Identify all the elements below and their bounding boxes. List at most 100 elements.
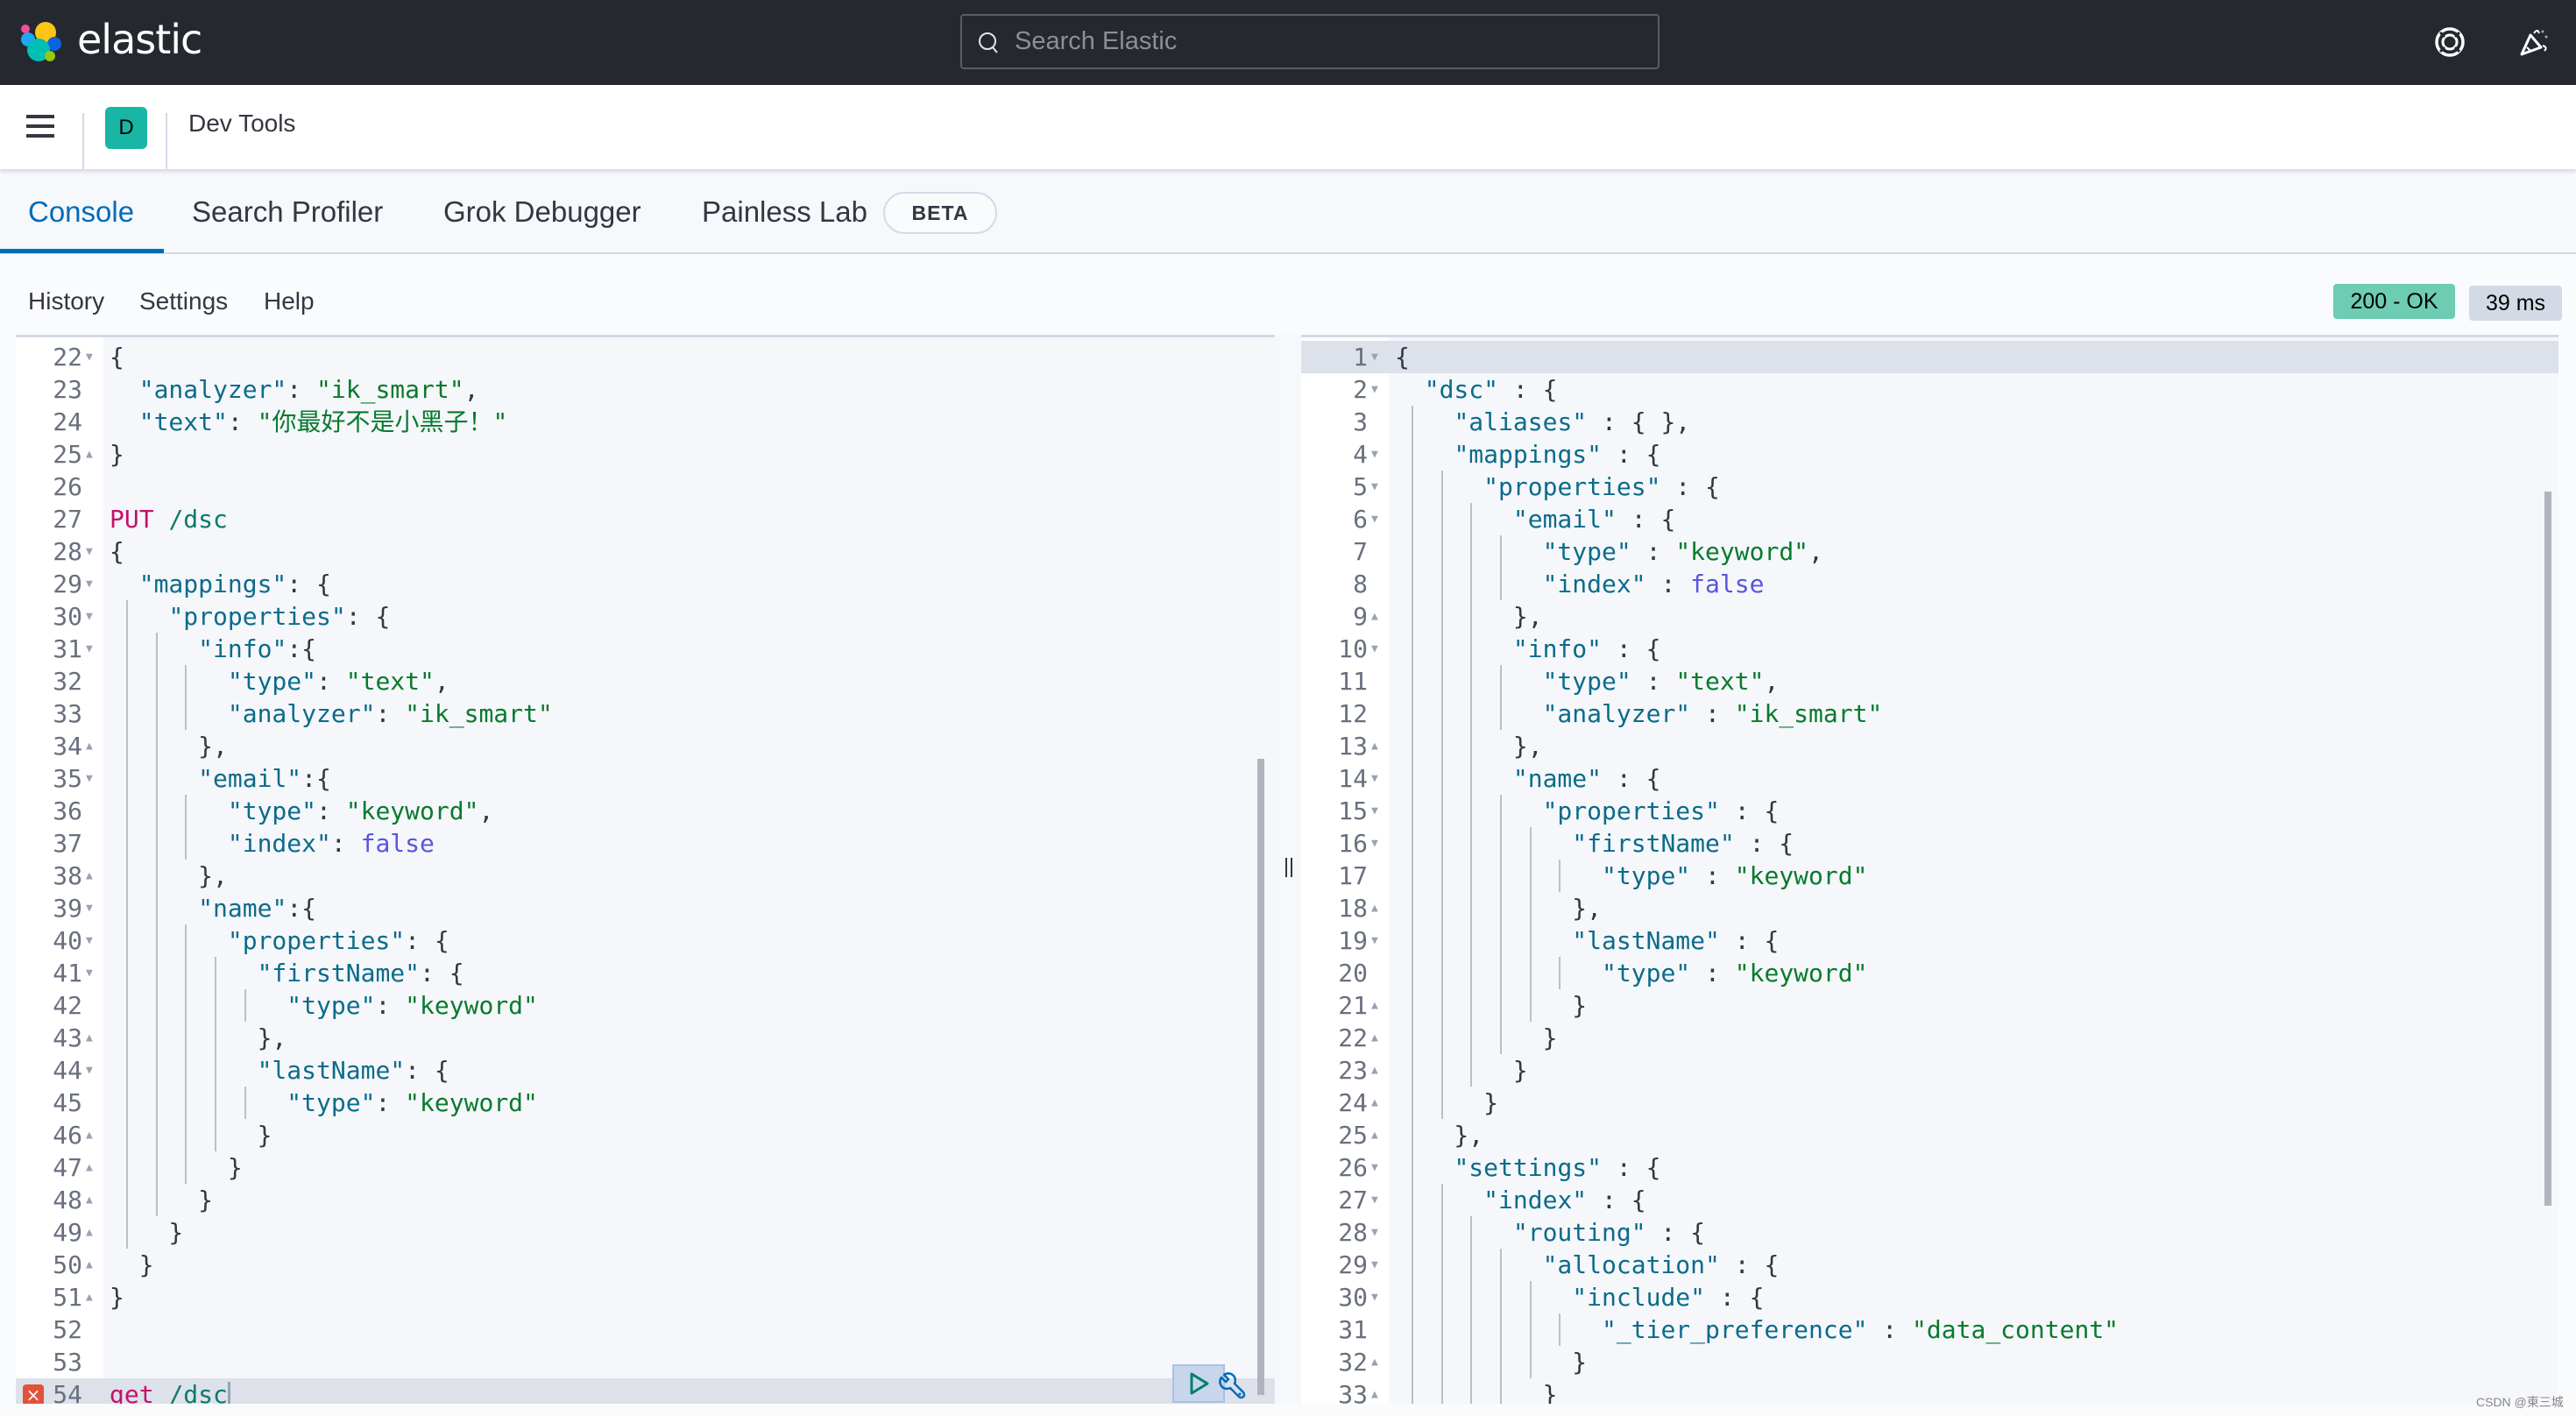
fold-expand-icon[interactable]: ▲: [1371, 600, 1385, 633]
fold-expand-icon[interactable]: ▲: [1371, 1378, 1385, 1404]
response-editor-scrollbar[interactable]: [2544, 492, 2551, 1206]
code-line[interactable]: 23 ▲ }: [1301, 1054, 2558, 1087]
fold-collapse-icon[interactable]: ▼: [86, 568, 100, 600]
fold-expand-icon[interactable]: ▲: [86, 1249, 100, 1281]
code-line[interactable]: 19 ▼ "lastName" : {: [1301, 924, 2558, 957]
code-line[interactable]: 6 ▼ "email" : {: [1301, 503, 2558, 535]
code-line[interactable]: 26: [16, 471, 1275, 503]
code-line[interactable]: 25 ▲}: [16, 438, 1275, 471]
code-line[interactable]: 12 "analyzer" : "ik_smart": [1301, 697, 2558, 730]
code-line[interactable]: 33 "analyzer": "ik_smart": [16, 697, 1275, 730]
code-line[interactable]: 50 ▲ }: [16, 1249, 1275, 1281]
code-line[interactable]: 38 ▲ },: [16, 860, 1275, 892]
code-line[interactable]: 11 "type" : "text",: [1301, 665, 2558, 697]
fold-collapse-icon[interactable]: ▼: [86, 762, 100, 795]
menu-toggle-button[interactable]: [19, 110, 54, 145]
code-line[interactable]: 3 "aliases" : { },: [1301, 406, 2558, 438]
code-line[interactable]: 18 ▲ },: [1301, 892, 2558, 924]
code-line[interactable]: 21 ▲ }: [1301, 989, 2558, 1022]
fold-collapse-icon[interactable]: ▼: [86, 633, 100, 665]
request-editor[interactable]: 22 ▼{23 "analyzer": "ik_smart", 24 "text":…: [16, 335, 1275, 1404]
code-line[interactable]: 49 ▲ }: [16, 1216, 1275, 1249]
code-line[interactable]: 28 ▼ "routing" : {: [1301, 1216, 2558, 1249]
code-line[interactable]: 9 ▲ },: [1301, 600, 2558, 633]
fold-expand-icon[interactable]: ▲: [1371, 730, 1385, 762]
space-avatar[interactable]: D: [105, 107, 147, 149]
fold-expand-icon[interactable]: ▲: [1371, 989, 1385, 1022]
code-line[interactable]: 33 ▲ }: [1301, 1378, 2558, 1404]
code-line[interactable]: 31 "_tier_preference" : "data_content": [1301, 1313, 2558, 1346]
fold-collapse-icon[interactable]: ▼: [1371, 471, 1385, 503]
code-line[interactable]: 53: [16, 1346, 1275, 1378]
code-line[interactable]: 46 ▲ }: [16, 1119, 1275, 1151]
fold-collapse-icon[interactable]: ▼: [1371, 633, 1385, 665]
response-editor[interactable]: 1 ▼{2 ▼ "dsc" : {3 "aliases" : { }, 4 ▼ "map…: [1301, 335, 2558, 1404]
code-line[interactable]: 30 ▼ "include" : {: [1301, 1281, 2558, 1313]
code-line[interactable]: 2 ▼ "dsc" : {: [1301, 373, 2558, 406]
request-editor-scrollbar[interactable]: [1257, 759, 1264, 1395]
fold-collapse-icon[interactable]: ▼: [1371, 373, 1385, 406]
fold-expand-icon[interactable]: ▲: [1371, 1054, 1385, 1087]
fold-collapse-icon[interactable]: ▼: [86, 957, 100, 989]
code-line[interactable]: 44 ▼ "lastName": {: [16, 1054, 1275, 1087]
fold-collapse-icon[interactable]: ▼: [1371, 503, 1385, 535]
fold-collapse-icon[interactable]: ▼: [86, 600, 100, 633]
fold-expand-icon[interactable]: ▲: [86, 1216, 100, 1249]
fold-collapse-icon[interactable]: ▼: [86, 341, 100, 373]
code-line[interactable]: 31 ▼ "info":{: [16, 633, 1275, 665]
tab-painless-lab[interactable]: Painless Lab: [702, 195, 867, 229]
code-line[interactable]: 13 ▲ },: [1301, 730, 2558, 762]
fold-expand-icon[interactable]: ▲: [86, 438, 100, 471]
search-input[interactable]: [1015, 16, 1645, 67]
fold-collapse-icon[interactable]: ▼: [1371, 1281, 1385, 1313]
code-line[interactable]: 52: [16, 1313, 1275, 1346]
fold-expand-icon[interactable]: ▲: [86, 1022, 100, 1054]
help-link[interactable]: Help: [264, 287, 315, 315]
fold-expand-icon[interactable]: ▲: [1371, 892, 1385, 924]
code-line[interactable]: 22 ▲ }: [1301, 1022, 2558, 1054]
code-line[interactable]: 30 ▼ "properties": {: [16, 600, 1275, 633]
code-line[interactable]: 23 "analyzer": "ik_smart",: [16, 373, 1275, 406]
fold-expand-icon[interactable]: ▲: [86, 1151, 100, 1184]
code-line[interactable]: 45 "type": "keyword": [16, 1087, 1275, 1119]
fold-expand-icon[interactable]: ▲: [86, 730, 100, 762]
code-line[interactable]: 24 ▲ }: [1301, 1087, 2558, 1119]
code-line[interactable]: 20 "type" : "keyword": [1301, 957, 2558, 989]
party-popper-icon[interactable]: [2516, 25, 2551, 60]
code-line[interactable]: 36 "type": "keyword",: [16, 795, 1275, 827]
fold-collapse-icon[interactable]: ▼: [1371, 1151, 1385, 1184]
code-line[interactable]: 40 ▼ "properties": {: [16, 924, 1275, 957]
code-line[interactable]: 32 "type": "text",: [16, 665, 1275, 697]
lifebuoy-icon[interactable]: [2432, 25, 2467, 60]
code-line[interactable]: 4 ▼ "mappings" : {: [1301, 438, 2558, 471]
code-line[interactable]: 39 ▼ "name":{: [16, 892, 1275, 924]
global-search[interactable]: [960, 14, 1660, 69]
code-line[interactable]: 37 "index": false: [16, 827, 1275, 860]
code-line[interactable]: 32 ▲ }: [1301, 1346, 2558, 1378]
code-line[interactable]: 16 ▼ "firstName" : {: [1301, 827, 2558, 860]
fold-expand-icon[interactable]: ▲: [1371, 1346, 1385, 1378]
code-line[interactable]: 48 ▲ }: [16, 1184, 1275, 1216]
fold-expand-icon[interactable]: ▲: [1371, 1087, 1385, 1119]
code-line[interactable]: 42 "type": "keyword": [16, 989, 1275, 1022]
fold-collapse-icon[interactable]: ▼: [86, 924, 100, 957]
code-line[interactable]: 1 ▼ {: [1301, 341, 2558, 373]
code-line[interactable]: 27 ▼ "index" : {: [1301, 1184, 2558, 1216]
code-line[interactable]: 10 ▼ "info" : {: [1301, 633, 2558, 665]
fold-collapse-icon[interactable]: ▼: [1371, 438, 1385, 471]
code-line[interactable]: 29 ▼ "mappings": {: [16, 568, 1275, 600]
fold-collapse-icon[interactable]: ▼: [1371, 795, 1385, 827]
code-line[interactable]: 14 ▼ "name" : {: [1301, 762, 2558, 795]
code-line[interactable]: 22 ▼ {: [16, 341, 1275, 373]
fold-collapse-icon[interactable]: ▼: [86, 892, 100, 924]
code-line[interactable]: 47 ▲ }: [16, 1151, 1275, 1184]
wrench-icon[interactable]: [1216, 1370, 1248, 1402]
tab-grok-debugger[interactable]: Grok Debugger: [443, 195, 641, 229]
code-line[interactable]: 43 ▲ },: [16, 1022, 1275, 1054]
fold-collapse-icon[interactable]: ▼: [1371, 341, 1385, 373]
code-line[interactable]: 26 ▼ "settings" : {: [1301, 1151, 2558, 1184]
fold-collapse-icon[interactable]: ▼: [86, 535, 100, 568]
code-line[interactable]: 28 ▼ {: [16, 535, 1275, 568]
code-line[interactable]: × 54 get /dsc: [16, 1378, 1275, 1404]
fold-expand-icon[interactable]: ▲: [1371, 1119, 1385, 1151]
